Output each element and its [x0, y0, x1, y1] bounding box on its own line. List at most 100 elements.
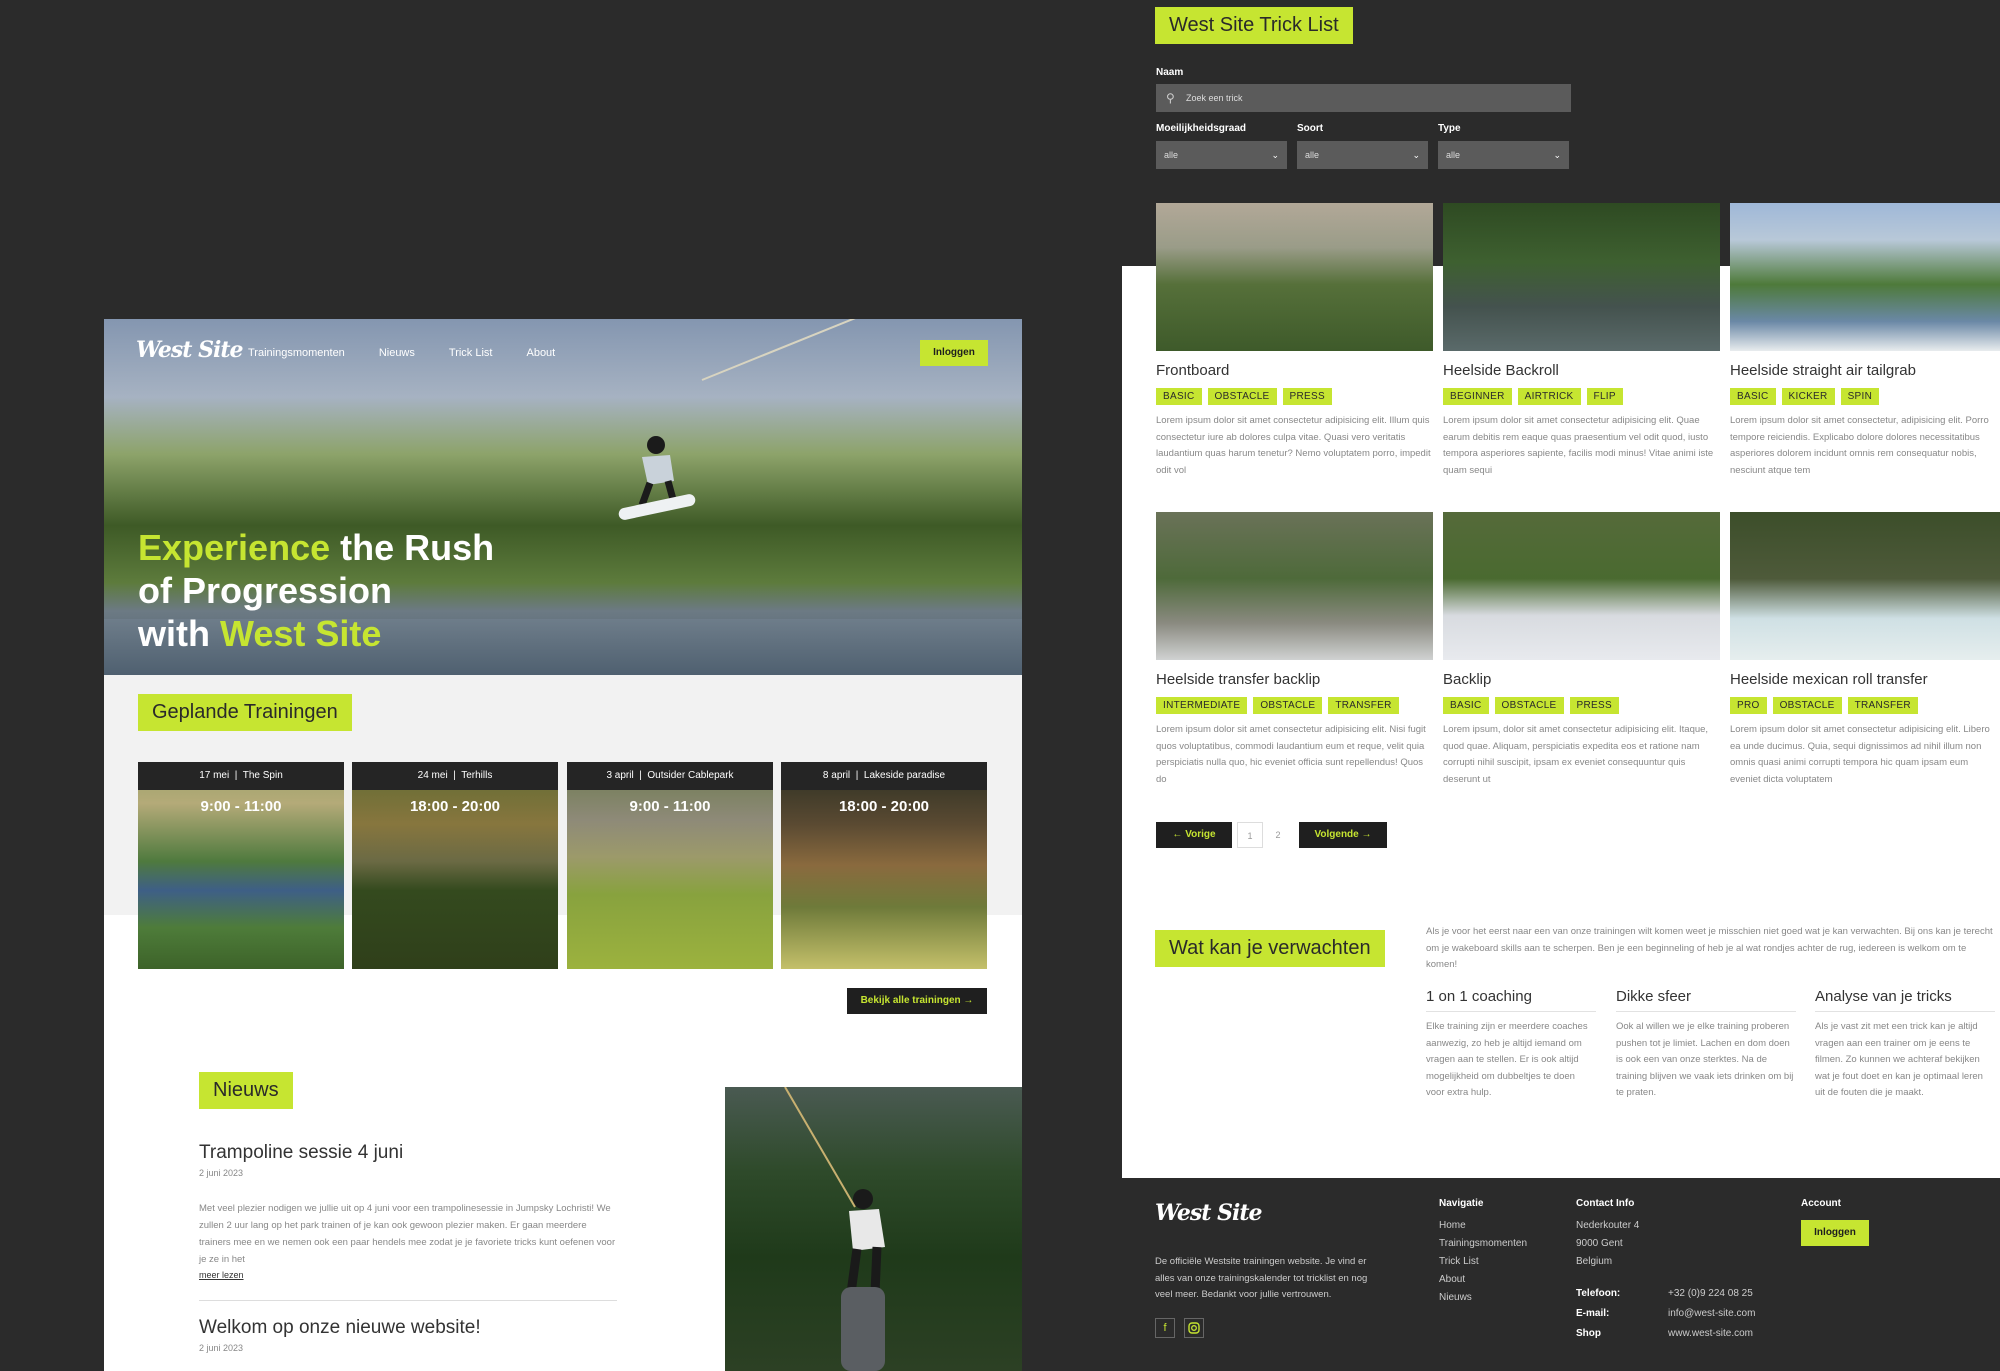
- trick-tags: BASIC OBSTACLE PRESS: [1156, 386, 1338, 405]
- trick-description: Lorem ipsum dolor sit amet consectetur a…: [1156, 724, 1426, 785]
- footer-about: De officiële Westsite trainingen website…: [1155, 1256, 1368, 1300]
- nav-trick-list[interactable]: Trick List: [449, 347, 493, 359]
- trick-photo[interactable]: [1730, 203, 2000, 351]
- trick-description: Lorem ipsum, dolor sit amet consectetur …: [1443, 724, 1709, 785]
- trick-photo[interactable]: [1730, 512, 2000, 660]
- nav-trainingsmomenten[interactable]: Trainingsmomenten: [248, 347, 345, 359]
- next-page-button[interactable]: Volgende →: [1299, 822, 1387, 848]
- footer-link-nieuws[interactable]: Nieuws: [1439, 1292, 1527, 1303]
- email-value[interactable]: info@west-site.com: [1668, 1308, 1755, 1319]
- expect-divider: [1616, 1011, 1796, 1012]
- news-heading: Nieuws: [199, 1072, 293, 1109]
- training-card[interactable]: 17 mei | The Spin 9:00 - 11:00: [138, 762, 344, 969]
- kind-select[interactable]: alle ⌄: [1297, 141, 1428, 169]
- expect-item-desc: Als je vast zit met een trick kan je alt…: [1815, 1021, 1983, 1098]
- search-input[interactable]: ⚲ Zoek een trick: [1156, 84, 1571, 112]
- phone-label: Telefoon:: [1576, 1288, 1621, 1299]
- trick-photo[interactable]: [1156, 512, 1433, 660]
- phone-value[interactable]: +32 (0)9 224 08 25: [1668, 1288, 1753, 1299]
- chevron-down-icon: ⌄: [1553, 150, 1561, 160]
- facebook-icon[interactable]: f: [1155, 1318, 1175, 1338]
- address-line: 9000 Gent: [1576, 1238, 1623, 1249]
- hero-line-progression: of Progression: [138, 570, 393, 611]
- trick-tags: BEGINNER AIRTRICK FLIP: [1443, 386, 1629, 405]
- tricklist-mockup: West Site Trick List Naam ⚲ Zoek een tri…: [1122, 0, 2000, 1371]
- expect-divider: [1815, 1011, 1995, 1012]
- prev-page-button[interactable]: ← Vorige: [1156, 822, 1232, 848]
- chevron-down-icon: ⌄: [1271, 150, 1279, 160]
- footer-link-trick-list[interactable]: Trick List: [1439, 1256, 1527, 1267]
- tricklist-title: West Site Trick List: [1155, 7, 1353, 44]
- footer-link-home[interactable]: Home: [1439, 1220, 1527, 1231]
- all-trainings-button[interactable]: Bekijk alle trainingen →: [847, 988, 987, 1014]
- trick-photo[interactable]: [1443, 203, 1720, 351]
- expect-item-title: Analyse van je tricks: [1815, 988, 1952, 1005]
- main-nav: Trainingsmomenten Nieuws Trick List Abou…: [248, 347, 555, 359]
- hero-headline: Experience the Rush of Progression with …: [138, 526, 494, 655]
- trick-title[interactable]: Backlip: [1443, 671, 1491, 688]
- trick-tags: BASIC OBSTACLE PRESS: [1443, 695, 1625, 714]
- email-label: E-mail:: [1576, 1308, 1610, 1319]
- trick-tags: PRO OBSTACLE TRANSFER: [1730, 695, 1924, 714]
- training-photo: [567, 762, 773, 969]
- training-card[interactable]: 8 april | Lakeside paradise 18:00 - 20:0…: [781, 762, 987, 969]
- footer-account-heading: Account: [1801, 1198, 1841, 1209]
- news-item-title[interactable]: Welkom op onze nieuwe website!: [199, 1317, 481, 1339]
- trick-title[interactable]: Heelside transfer backlip: [1156, 671, 1320, 688]
- training-card[interactable]: 24 mei | Terhills 18:00 - 20:00: [352, 762, 558, 969]
- news-item-title[interactable]: Trampoline sessie 4 juni: [199, 1142, 403, 1164]
- footer-logo[interactable]: West Site: [1155, 1200, 1263, 1226]
- trick-photo[interactable]: [1156, 203, 1433, 351]
- trick-title[interactable]: Heelside straight air tailgrab: [1730, 362, 1916, 379]
- news-item-body: Met veel plezier nodigen we jullie uit o…: [199, 1203, 616, 1265]
- trick-title[interactable]: Heelside Backroll: [1443, 362, 1559, 379]
- training-card-header: 24 mei | Terhills: [352, 762, 558, 790]
- difficulty-select[interactable]: alle ⌄: [1156, 141, 1287, 169]
- login-button[interactable]: Inloggen: [920, 340, 988, 366]
- expect-item-desc: Ook al willen we je elke training prober…: [1616, 1021, 1794, 1098]
- training-card[interactable]: 3 april | Outsider Cablepark 9:00 - 11:0…: [567, 762, 773, 969]
- hero-word-rush: the Rush: [330, 527, 495, 568]
- nav-nieuws[interactable]: Nieuws: [379, 347, 415, 359]
- expect-item-title: 1 on 1 coaching: [1426, 988, 1532, 1005]
- trainings-heading: Geplande Trainingen: [138, 694, 352, 731]
- expect-item-title: Dikke sfeer: [1616, 988, 1692, 1005]
- instagram-icon[interactable]: [1184, 1318, 1204, 1338]
- expect-divider: [1426, 1011, 1596, 1012]
- expect-item-desc: Elke training zijn er meerdere coaches a…: [1426, 1021, 1588, 1098]
- filter-label: Moeilijkheidsgraad: [1156, 123, 1247, 134]
- filter-label: Soort: [1297, 123, 1324, 134]
- trick-photo[interactable]: [1443, 512, 1720, 660]
- search-icon: ⚲: [1166, 91, 1175, 105]
- footer-login-button[interactable]: Inloggen: [1801, 1220, 1869, 1246]
- footer-link-trainingsmomenten[interactable]: Trainingsmomenten: [1439, 1238, 1527, 1249]
- training-time: 18:00 - 20:00: [409, 798, 501, 815]
- training-time: 18:00 - 20:00: [838, 798, 930, 815]
- filter-label: Type: [1438, 123, 1461, 134]
- footer-link-about[interactable]: About: [1439, 1274, 1527, 1285]
- footer-contact-heading: Contact Info: [1576, 1198, 1635, 1209]
- west-site-logo[interactable]: West Site: [136, 337, 244, 363]
- hero-word-with: with: [138, 613, 220, 654]
- news-item-date: 2 juni 2023: [199, 1343, 244, 1353]
- trick-tags: BASIC KICKER SPIN: [1730, 386, 1885, 405]
- hero-word-experience: Experience: [138, 527, 331, 568]
- news-divider: [199, 1300, 617, 1301]
- wakeboarder-image: [612, 431, 698, 521]
- nav-about[interactable]: About: [526, 347, 555, 359]
- page-1-button[interactable]: 1: [1237, 822, 1263, 848]
- trick-title[interactable]: Heelside mexican roll transfer: [1730, 671, 1928, 688]
- footer: West Site De officiële Westsite training…: [1122, 1178, 2000, 1371]
- trick-description: Lorem ipsum dolor sit amet consectetur a…: [1730, 724, 1990, 785]
- training-photo: [781, 762, 987, 969]
- trick-title[interactable]: Frontboard: [1156, 362, 1229, 379]
- read-more-link[interactable]: meer lezen: [199, 1270, 244, 1280]
- footer-address: Nederkouter 4 9000 Gent Belgium: [1576, 1220, 1639, 1267]
- hero-banner: West Site Trainingsmomenten Nieuws Trick…: [104, 319, 1022, 675]
- training-card-header: 8 april | Lakeside paradise: [781, 762, 987, 790]
- trick-description: Lorem ipsum dolor sit amet consectetur a…: [1443, 415, 1714, 476]
- page-2-button[interactable]: 2: [1268, 822, 1288, 848]
- type-select[interactable]: alle ⌄: [1438, 141, 1569, 169]
- trick-description: Lorem ipsum dolor sit amet consectetur a…: [1156, 415, 1431, 476]
- shop-value[interactable]: www.west-site.com: [1668, 1328, 1753, 1339]
